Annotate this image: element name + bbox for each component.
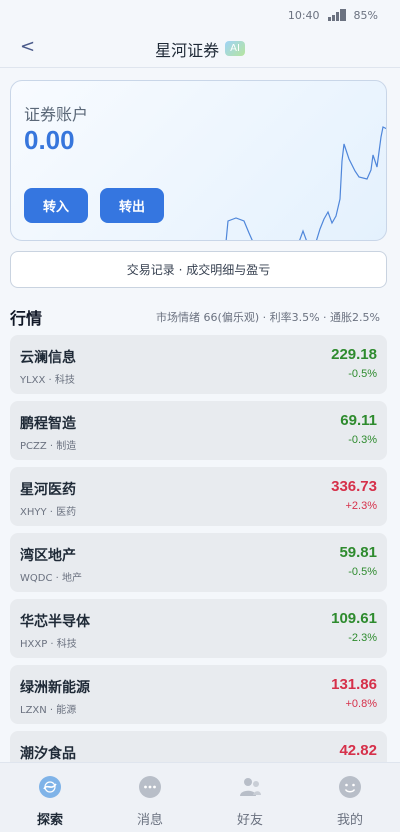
tab-label: 消息 <box>136 813 163 828</box>
stock-price: 69.11 <box>340 412 377 429</box>
stock-change: +2.3% <box>345 500 378 512</box>
signal-icon <box>327 9 346 21</box>
stock-name: 星河医药 <box>20 482 76 498</box>
stock-list: 云澜信息 YLXX · 科技 229.18 -0.5% 鹏程智造 PCZZ · … <box>10 335 387 797</box>
account-label: 证券账户 <box>24 105 89 124</box>
stock-change: -2.3% <box>348 632 377 644</box>
market-meta: 市场情绪 66(偏乐观) · 利率3.5% · 通胀2.5% <box>156 311 380 324</box>
profile-icon <box>339 776 361 798</box>
stock-change: +0.8% <box>345 698 378 710</box>
app-title: 星河证券 <box>155 40 220 60</box>
bottom-tab-bar: 探索 消息 好友 我的 <box>0 762 400 832</box>
tab-label: 探索 <box>36 813 63 828</box>
stock-name: 云澜信息 <box>20 350 76 366</box>
battery-level: 85% <box>353 8 378 22</box>
tab-label: 我的 <box>336 813 363 828</box>
market-title: 行情 <box>10 309 43 328</box>
page-title: 星河证券 AI <box>155 37 245 61</box>
account-card: 证券账户 0.00 转入 转出 <box>10 80 387 241</box>
stock-price: 336.73 <box>331 478 377 495</box>
stock-row[interactable]: 湾区地产 WQDC · 地产 59.81 -0.5% <box>10 533 387 592</box>
ai-badge: AI <box>225 41 245 56</box>
stock-code: PCZZ · 制造 <box>20 441 77 452</box>
stock-name: 潮汐食品 <box>20 746 76 762</box>
stock-row[interactable]: 绿洲新能源 LZXN · 能源 131.86 +0.8% <box>10 665 387 724</box>
stock-code: XHYY · 医药 <box>20 507 77 518</box>
stock-change: -0.5% <box>348 566 377 578</box>
stock-price: 42.82 <box>339 742 377 759</box>
app-header: < 星河证券 AI <box>0 30 400 68</box>
stock-change: -0.5% <box>348 368 377 380</box>
trade-records-button[interactable]: 交易记录 · 成交明细与盈亏 <box>10 251 387 288</box>
stock-price: 109.61 <box>331 610 377 627</box>
tab-messages[interactable]: 消息 <box>100 763 200 832</box>
explore-icon <box>39 776 61 798</box>
stock-code: HXXP · 科技 <box>20 639 77 650</box>
transfer-in-button[interactable]: 转入 <box>24 188 88 223</box>
stock-name: 湾区地产 <box>20 548 76 564</box>
stock-price: 59.81 <box>339 544 377 561</box>
market-header: 行情 市场情绪 66(偏乐观) · 利率3.5% · 通胀2.5% <box>10 305 380 329</box>
stock-row[interactable]: 星河医药 XHYY · 医药 336.73 +2.3% <box>10 467 387 526</box>
tab-label: 好友 <box>236 813 263 828</box>
status-bar: 10:40 85% <box>0 0 400 30</box>
stock-price: 131.86 <box>331 676 377 693</box>
stock-name: 绿洲新能源 <box>20 680 90 696</box>
message-icon <box>139 776 161 798</box>
stock-row[interactable]: 云澜信息 YLXX · 科技 229.18 -0.5% <box>10 335 387 394</box>
status-time: 10:40 <box>287 8 320 22</box>
tab-explore[interactable]: 探索 <box>0 763 100 832</box>
stock-name: 华芯半导体 <box>20 614 90 630</box>
stock-code: WQDC · 地产 <box>20 573 82 584</box>
stock-change: -0.3% <box>348 434 377 446</box>
stock-name: 鹏程智造 <box>20 416 76 432</box>
stock-row[interactable]: 鹏程智造 PCZZ · 制造 69.11 -0.3% <box>10 401 387 460</box>
stock-price: 229.18 <box>331 346 377 363</box>
stock-row[interactable]: 华芯半导体 HXXP · 科技 109.61 -2.3% <box>10 599 387 658</box>
stock-code: YLXX · 科技 <box>20 375 75 386</box>
tab-friends[interactable]: 好友 <box>200 763 300 832</box>
back-button[interactable]: < <box>20 36 35 57</box>
tab-profile[interactable]: 我的 <box>300 763 400 832</box>
stock-code: LZXN · 能源 <box>20 705 77 716</box>
friends-icon <box>240 778 261 796</box>
transfer-out-button[interactable]: 转出 <box>100 188 164 223</box>
account-balance: 0.00 <box>24 125 75 155</box>
